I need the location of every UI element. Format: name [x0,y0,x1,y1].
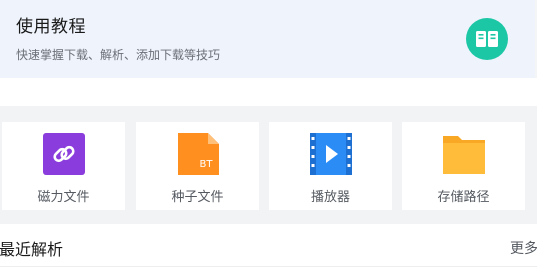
tutorial-subtitle: 快速掌握下载、解析、添加下载等技巧 [16,48,221,62]
section-divider [0,78,537,106]
recent-section: 最近解析 更多 [0,224,537,274]
tool-magnet-file[interactable]: 磁力文件 [2,122,125,210]
tools-grid: 磁力文件 BT 种子文件 播放器 存储路径 [0,106,537,224]
tool-label: 种子文件 [171,190,224,205]
tool-storage-path[interactable]: 存储路径 [402,122,525,210]
tool-label: 存储路径 [437,190,490,205]
bt-badge: BT [199,159,213,170]
tool-player[interactable]: 播放器 [269,122,392,210]
bt-torrent-file-icon: BT [176,132,220,176]
divider [0,266,537,267]
more-link[interactable]: 更多 [510,238,537,258]
tutorial-title: 使用教程 [16,17,86,37]
tool-label: 播放器 [310,190,350,205]
video-player-icon [309,132,353,176]
book-icon[interactable] [466,18,508,60]
magnet-link-icon [42,132,86,176]
folder-icon [442,132,486,176]
tool-torrent-file[interactable]: BT 种子文件 [136,122,259,210]
tool-label: 磁力文件 [37,190,90,205]
tutorial-card[interactable]: 使用教程 快速掌握下载、解析、添加下载等技巧 [0,0,535,78]
recent-title: 最近解析 [0,240,64,259]
